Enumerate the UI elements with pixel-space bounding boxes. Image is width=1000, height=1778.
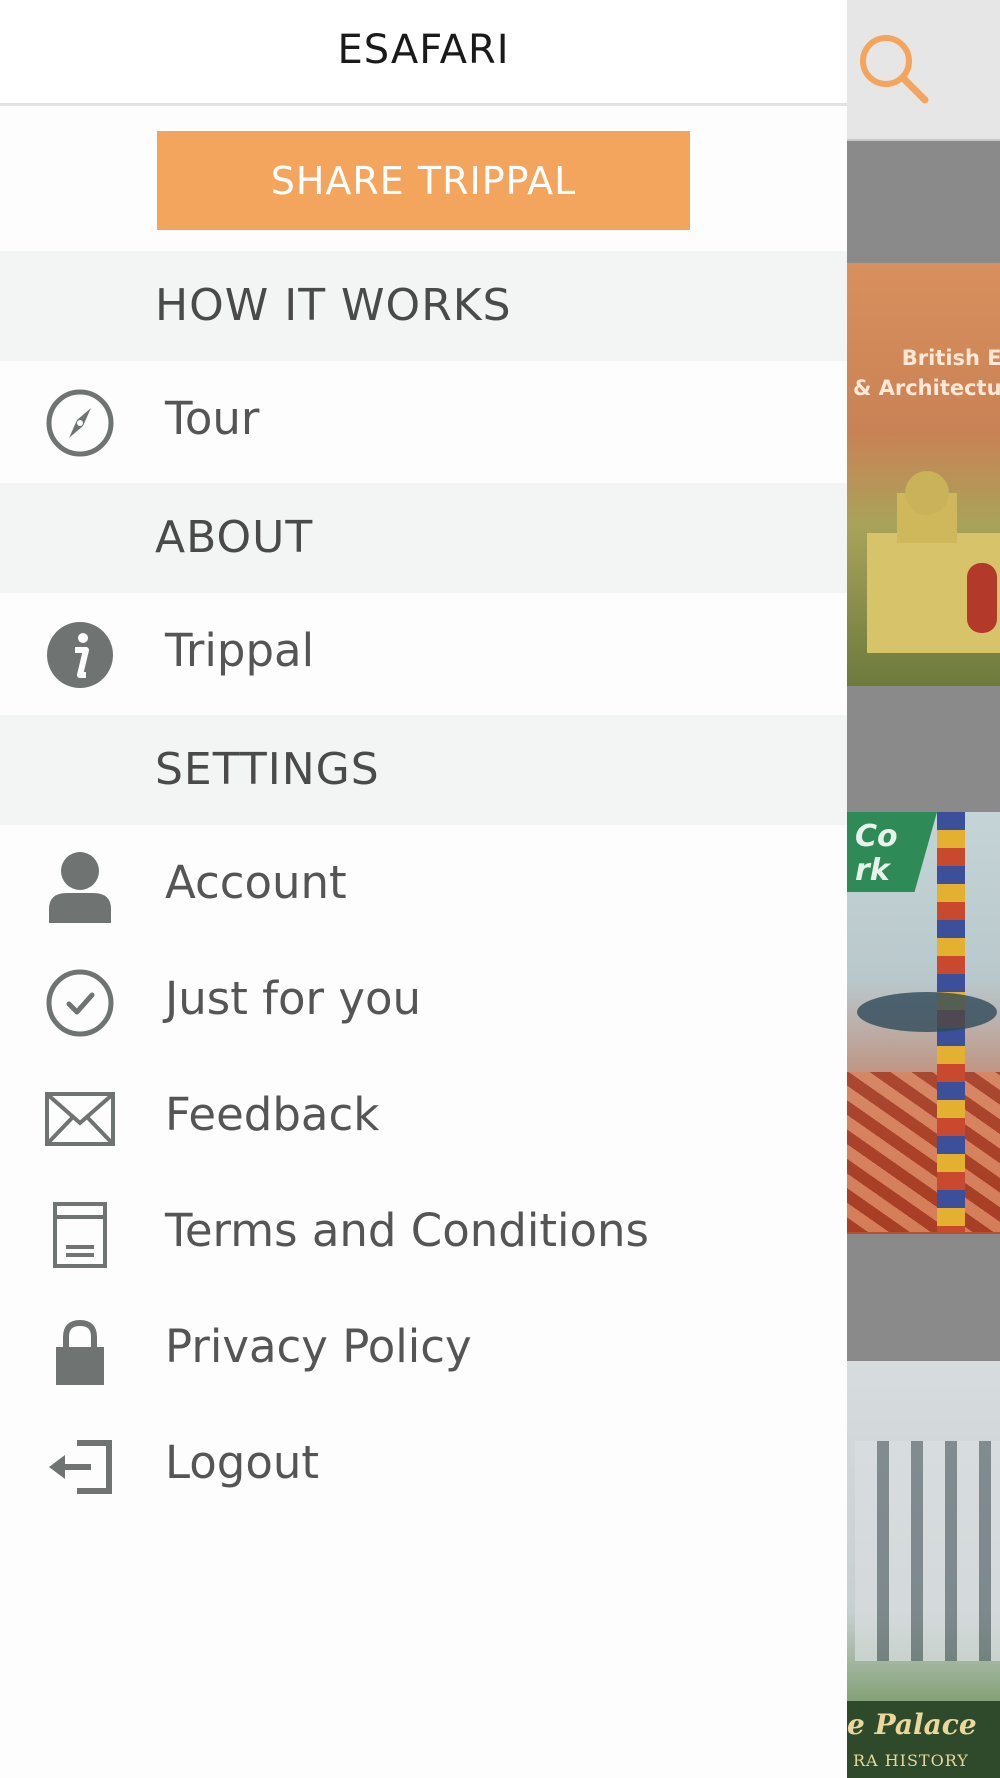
- section-title: SETTINGS: [155, 744, 380, 795]
- menu-item-label: Privacy Policy: [165, 1320, 472, 1373]
- drawer-header: ESAFARI: [0, 0, 847, 106]
- menu-item-account[interactable]: Account: [0, 825, 847, 941]
- menu-item-terms[interactable]: Terms and Conditions: [0, 1173, 847, 1289]
- menu-item-label: Account: [165, 856, 347, 909]
- share-trippal-button[interactable]: SHARE TRIPPAL: [157, 131, 690, 230]
- section-title: ABOUT: [155, 512, 314, 563]
- menu-item-privacy[interactable]: Privacy Policy: [0, 1289, 847, 1405]
- app-title: ESAFARI: [337, 27, 510, 73]
- dim-overlay[interactable]: [847, 0, 1000, 1778]
- menu-item-label: Terms and Conditions: [165, 1204, 649, 1257]
- info-icon: [44, 619, 116, 691]
- menu-item-just-for-you[interactable]: Just for you: [0, 941, 847, 1057]
- lock-icon: [44, 1315, 116, 1387]
- section-about: ABOUT: [0, 483, 847, 593]
- menu-item-label: Trippal: [165, 624, 315, 677]
- envelope-icon: [44, 1083, 116, 1155]
- menu-item-label: Feedback: [165, 1088, 380, 1141]
- menu-item-label: Tour: [165, 392, 260, 445]
- document-icon: [44, 1199, 116, 1271]
- menu-item-logout[interactable]: Logout: [0, 1405, 847, 1521]
- menu-item-label: Logout: [165, 1436, 320, 1489]
- logout-icon: [44, 1431, 116, 1503]
- menu-item-tour[interactable]: Tour: [0, 361, 847, 477]
- compass-icon: [44, 387, 116, 459]
- section-how-it-works: HOW IT WORKS: [0, 251, 847, 361]
- navigation-drawer: ESAFARI SHARE TRIPPAL HOW IT WORKS Tour …: [0, 0, 847, 1778]
- menu-item-label: Just for you: [165, 972, 422, 1025]
- background-feed: British Era & Architecture Co rk e Palac…: [847, 0, 1000, 1778]
- menu-item-trippal[interactable]: Trippal: [0, 593, 847, 709]
- section-title: HOW IT WORKS: [155, 280, 512, 331]
- menu-item-feedback[interactable]: Feedback: [0, 1057, 847, 1173]
- check-circle-icon: [44, 967, 116, 1039]
- section-settings: SETTINGS: [0, 715, 847, 825]
- person-icon: [44, 851, 116, 923]
